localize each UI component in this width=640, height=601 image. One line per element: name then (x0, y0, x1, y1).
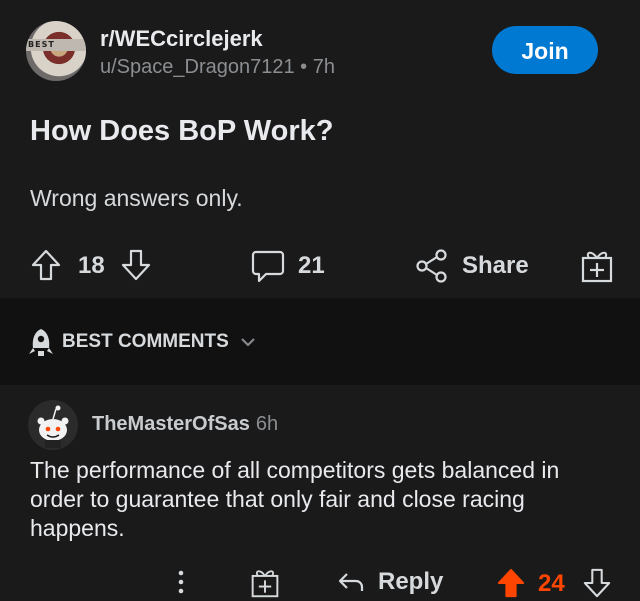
subreddit-name[interactable]: r/WECcirclejerk (100, 26, 263, 52)
upvote-icon (497, 568, 525, 598)
comment-username-line[interactable]: TheMasterOfSas 6h (92, 413, 278, 436)
post-actions: 18 21 Share (0, 244, 640, 288)
downvote-icon (121, 249, 151, 281)
comment-icon (251, 250, 285, 283)
share-button[interactable]: Share (414, 248, 529, 284)
award-icon (581, 251, 613, 283)
comment-username[interactable]: TheMasterOfSas (92, 413, 250, 435)
comment-vote-count: 24 (538, 570, 565, 597)
award-icon (251, 570, 279, 598)
join-button[interactable]: Join (492, 26, 598, 74)
share-icon (416, 249, 447, 283)
comment-text: The performance of all competitors gets … (30, 457, 560, 541)
more-options-button[interactable] (176, 567, 186, 597)
snoo-avatar-icon (37, 405, 69, 448)
reply-button[interactable]: Reply (336, 567, 443, 597)
post-body: Wrong answers only. (30, 185, 243, 211)
sort-label: BEST COMMENTS (62, 331, 229, 352)
downvote-button[interactable] (120, 248, 152, 282)
post-card: BEST r/WECcirclejerk u/Space_Dragon7121 … (0, 0, 640, 298)
comment-upvote-button[interactable] (496, 567, 526, 599)
post-title: How Does BoP Work? (30, 115, 334, 147)
more-icon (178, 570, 184, 594)
post-vote-count: 18 (78, 252, 105, 279)
comment-award-button[interactable] (250, 567, 280, 599)
comment-downvote-button[interactable] (582, 567, 612, 599)
downvote-icon (583, 568, 611, 598)
post-author-line[interactable]: u/Space_Dragon7121 • 7h (100, 56, 335, 79)
comment-avatar[interactable] (28, 400, 78, 450)
comment-time: 6h (255, 413, 279, 435)
upvote-button[interactable] (30, 248, 62, 282)
comment-actions: Reply 24 (0, 565, 640, 601)
chevron-down-icon (241, 338, 255, 347)
subreddit-avatar[interactable]: BEST (26, 21, 86, 81)
award-button[interactable] (580, 248, 614, 284)
sort-rocket-icon (29, 329, 53, 356)
comments-button[interactable] (250, 248, 286, 284)
avatar-text: BEST (26, 39, 86, 51)
comment-count: 21 (298, 252, 325, 279)
share-label: Share (462, 252, 529, 279)
reply-icon (338, 573, 364, 591)
sort-comments-button[interactable]: BEST COMMENTS (26, 326, 257, 358)
reply-label: Reply (378, 568, 444, 595)
upvote-icon (31, 249, 61, 281)
